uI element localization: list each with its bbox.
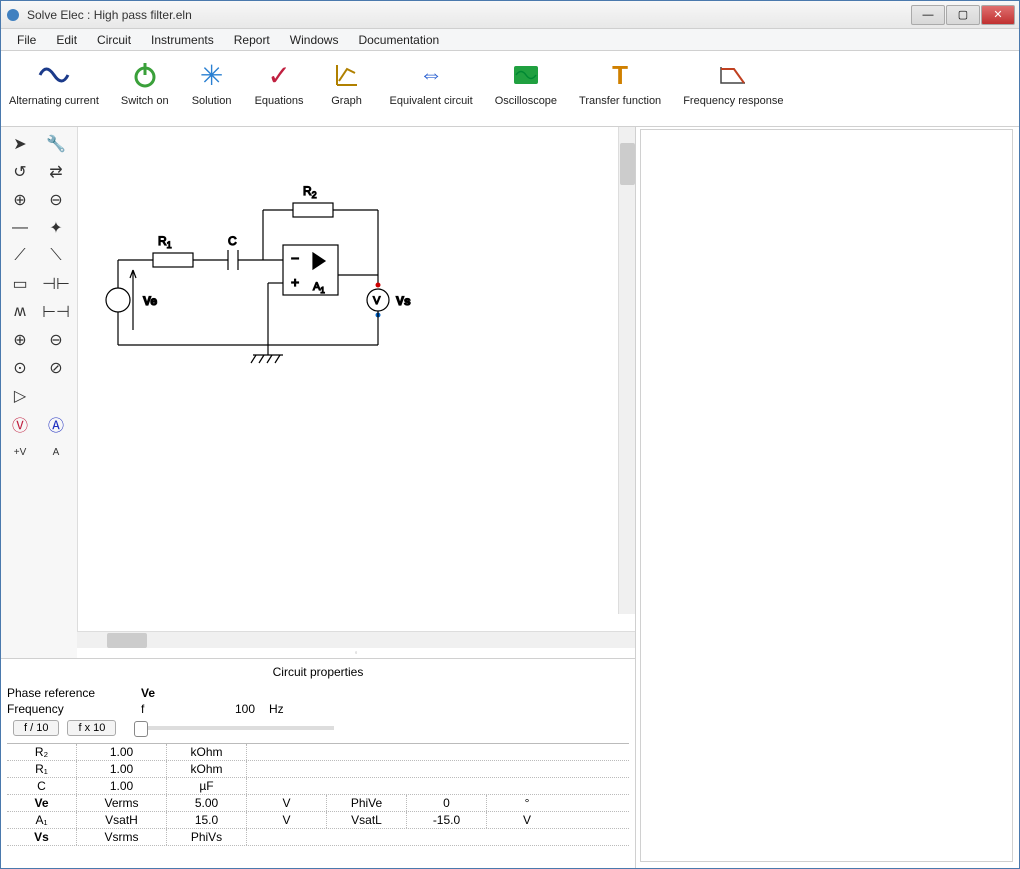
toolbar: Alternating current Switch on ✳ Solution… [1, 51, 1019, 127]
menu-circuit[interactable]: Circuit [87, 31, 141, 49]
pal-source1-icon[interactable]: ⊕ [3, 327, 37, 353]
svg-text:C: C [228, 234, 237, 248]
table-row: Vs Vsrms PhiVs [7, 829, 629, 846]
tool-oscilloscope[interactable]: Oscilloscope [491, 57, 561, 109]
tool-graph[interactable]: Graph [322, 57, 372, 109]
pal-source4-icon[interactable]: ⊘ [39, 355, 73, 381]
pal-probe-a[interactable]: A [39, 439, 73, 465]
svg-text:V: V [373, 295, 381, 307]
app-icon [5, 7, 21, 23]
svg-text:R2: R2 [303, 184, 317, 200]
pal-capacitor-icon[interactable]: ⊣⊢ [39, 271, 73, 297]
maximize-button[interactable]: ▢ [946, 5, 980, 25]
menu-instruments[interactable]: Instruments [141, 31, 224, 49]
frequency-symbol: f [141, 702, 181, 716]
pal-blank[interactable] [39, 383, 73, 409]
bode-icon [717, 59, 749, 91]
pal-node-icon[interactable]: ✦ [39, 215, 73, 241]
menubar: File Edit Circuit Instruments Report Win… [1, 29, 1019, 51]
component-table: R₂ 1.00 kOhm R₁ 1.00 kOhm C 1.00 µF Ve V… [7, 743, 629, 846]
table-row: R₂ 1.00 kOhm [7, 744, 629, 761]
table-row: R₁ 1.00 kOhm [7, 761, 629, 778]
pal-source3-icon[interactable]: ⊙ [3, 355, 37, 381]
component-palette: ➤ 🔧 ↺ ⇄ ⊕ ⊖ — ✦ ⟋ ⟍ ▭ ⊣⊢ ʍ ⊢⊣ ⊕ ⊖ ⊙ ⊘ ▷ [1, 127, 77, 658]
tool-alternating-current[interactable]: Alternating current [5, 57, 103, 109]
tool-equations[interactable]: ✓ Equations [251, 57, 308, 109]
svg-text:−: − [291, 250, 299, 266]
scope-icon [510, 59, 542, 91]
titlebar: Solve Elec : High pass filter.eln — ▢ ✕ [1, 1, 1019, 29]
frequency-label: Frequency [7, 702, 127, 716]
menu-documentation[interactable]: Documentation [348, 31, 449, 49]
pal-capacitor2-icon[interactable]: ⊢⊣ [39, 299, 73, 325]
svg-text:A1: A1 [313, 281, 325, 295]
sine-wave-icon [38, 59, 70, 91]
pal-zoom-in-icon[interactable]: ⊕ [3, 187, 37, 213]
splitter-handle[interactable]: ◦ [77, 648, 635, 658]
svg-text:R1: R1 [158, 234, 172, 250]
pal-voltmeter-icon[interactable]: Ⓥ [3, 411, 37, 437]
frequency-unit: Hz [269, 702, 319, 716]
circuit-schematic: Ve R1 C [88, 145, 488, 425]
pal-rotate-cw-icon[interactable]: ⇄ [39, 159, 73, 185]
tool-frequency-response[interactable]: Frequency response [679, 57, 787, 109]
freq-div10-button[interactable]: f / 10 [13, 720, 59, 736]
canvas-hscrollbar[interactable] [77, 631, 635, 648]
pal-source2-icon[interactable]: ⊖ [39, 327, 73, 353]
table-row: C 1.00 µF [7, 778, 629, 795]
table-row: Ve Verms 5.00 V PhiVe 0 ° [7, 795, 629, 812]
properties-title: Circuit properties [7, 663, 629, 685]
circuit-canvas[interactable]: Ve R1 C [77, 127, 635, 631]
power-icon [129, 59, 161, 91]
equivalent-icon: ⇔ [415, 59, 447, 91]
freq-mul10-button[interactable]: f x 10 [67, 720, 116, 736]
menu-edit[interactable]: Edit [46, 31, 87, 49]
phase-ref-label: Phase reference [7, 686, 127, 700]
pal-wire[interactable]: — [3, 215, 37, 241]
tool-transfer-function[interactable]: T Transfer function [575, 57, 665, 109]
window-title: Solve Elec : High pass filter.eln [27, 8, 911, 22]
pal-opamp-icon[interactable]: ▷ [3, 383, 37, 409]
pal-pointer[interactable]: ➤ [3, 131, 37, 157]
graph-icon [331, 59, 363, 91]
minimize-button[interactable]: — [911, 5, 945, 25]
table-row: A₁ VsatH 15.0 V VsatL -15.0 V [7, 812, 629, 829]
tool-switch-on[interactable]: Switch on [117, 57, 173, 109]
transfer-icon: T [604, 59, 636, 91]
svg-text:+: + [291, 274, 299, 290]
menu-report[interactable]: Report [224, 31, 280, 49]
pal-switch-closed[interactable]: ⟍ [39, 243, 73, 269]
canvas-vscrollbar[interactable] [618, 127, 635, 614]
check-icon: ✓ [263, 59, 295, 91]
menu-file[interactable]: File [7, 31, 46, 49]
tool-solution[interactable]: ✳ Solution [187, 57, 237, 109]
output-panel [640, 129, 1013, 862]
pal-zoom-out-icon[interactable]: ⊖ [39, 187, 73, 213]
asterisk-icon: ✳ [196, 59, 228, 91]
tool-equivalent-circuit[interactable]: ⇔ Equivalent circuit [386, 57, 477, 109]
pal-switch-open[interactable]: ⟋ [3, 243, 37, 269]
pal-rotate-ccw-icon[interactable]: ↺ [3, 159, 37, 185]
close-button[interactable]: ✕ [981, 5, 1015, 25]
pal-inductor-icon[interactable]: ʍ [3, 299, 37, 325]
svg-text:Ve: Ve [143, 294, 157, 308]
frequency-slider[interactable] [134, 726, 334, 730]
pal-ammeter-icon[interactable]: Ⓐ [39, 411, 73, 437]
pal-wrench-icon[interactable]: 🔧 [39, 131, 73, 157]
phase-ref-value: Ve [141, 686, 181, 700]
properties-panel: Circuit properties Phase reference Ve Fr… [1, 658, 635, 868]
frequency-value[interactable]: 100 [195, 702, 255, 716]
pal-resistor-icon[interactable]: ▭ [3, 271, 37, 297]
pal-probe-v[interactable]: +V [3, 439, 37, 465]
menu-windows[interactable]: Windows [280, 31, 349, 49]
svg-text:Vs: Vs [396, 294, 411, 308]
